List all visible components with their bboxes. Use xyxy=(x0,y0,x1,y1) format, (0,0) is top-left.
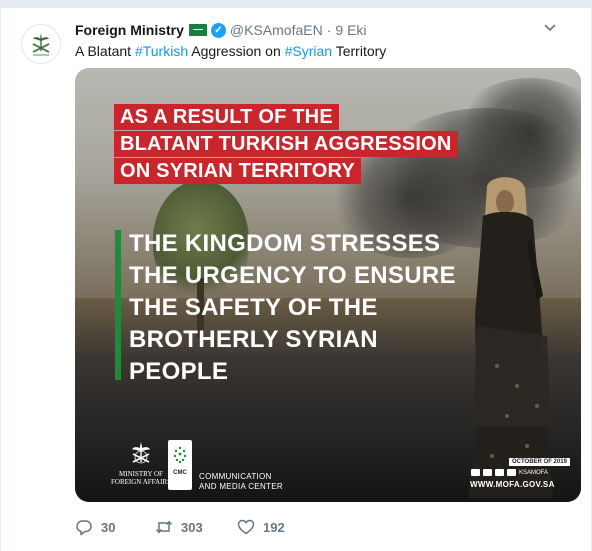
avatar[interactable] xyxy=(21,24,61,64)
cmc-name-line-1: COMMUNICATION xyxy=(199,472,272,481)
tweet-text-part: Aggression on xyxy=(188,43,285,59)
tweet-text-part: A Blatant xyxy=(75,43,135,59)
heart-icon xyxy=(237,519,255,535)
statement-line-4: BROTHERLY SYRIAN xyxy=(129,326,378,353)
verified-badge-icon: ✓ xyxy=(210,22,226,38)
separator: · xyxy=(326,22,332,38)
date-badge: OCTOBER OF 2019 xyxy=(509,458,570,466)
tweet-text: A Blatant #Turkish Aggression on #Syrian… xyxy=(75,42,575,60)
reply-icon xyxy=(76,520,92,536)
retweet-icon xyxy=(155,520,173,534)
facebook-icon xyxy=(483,469,492,476)
website-url: WWW.MOFA.GOV.SA xyxy=(470,480,555,489)
mofa-logo-text-2: FOREIGN AFFAIRS xyxy=(111,478,171,486)
timestamp[interactable]: 9 Eki xyxy=(335,22,366,38)
tweet-actions: 30 303 192 xyxy=(75,516,475,538)
headline-red-line-3: ON SYRIAN TERRITORY xyxy=(114,158,361,184)
headline-red-line-1: AS A RESULT OF THE xyxy=(114,104,339,130)
statement-line-5: PEOPLE xyxy=(129,358,229,385)
cmc-name-line-2: AND MEDIA CENTER xyxy=(199,482,283,491)
handle[interactable]: @KSAmofaEN xyxy=(230,22,323,38)
youtube-icon xyxy=(471,469,480,476)
photo-woman-figure xyxy=(469,177,553,498)
tweet-media-image[interactable]: AS A RESULT OF THE BLATANT TURKISH AGGRE… xyxy=(75,68,581,502)
green-accent-bar xyxy=(115,230,121,380)
mofa-logo: MINISTRY OF FOREIGN AFFAIRS xyxy=(109,440,173,490)
saudi-emblem-icon xyxy=(132,442,150,464)
twitter-icon xyxy=(507,469,516,476)
retweet-button[interactable]: 303 xyxy=(155,518,237,536)
cmc-logo: CMC xyxy=(168,440,192,490)
saudi-flag-icon xyxy=(188,24,207,36)
tweet-text-part: Territory xyxy=(332,43,387,59)
hashtag-syrian[interactable]: #Syrian xyxy=(285,43,332,59)
reply-button[interactable]: 30 xyxy=(75,518,155,536)
tweet[interactable]: Foreign Ministry ✓ @KSAmofaEN · 9 Eki A … xyxy=(0,0,592,551)
headline-red-line-2: BLATANT TURKISH AGGRESSION xyxy=(114,131,458,157)
like-count: 192 xyxy=(263,519,285,535)
social-handle: KSAMOFA xyxy=(519,469,549,476)
cmc-name: COMMUNICATION AND MEDIA CENTER xyxy=(199,472,283,492)
cmc-logo-icon xyxy=(173,446,187,464)
statement-line-3: THE SAFETY OF THE xyxy=(129,294,378,321)
mofa-logo-text-1: MINISTRY OF xyxy=(119,470,163,478)
reply-count: 30 xyxy=(101,519,116,535)
statement-line-1: THE KINGDOM STRESSES xyxy=(129,230,441,257)
display-name[interactable]: Foreign Ministry xyxy=(75,22,184,38)
like-button[interactable]: 192 xyxy=(237,518,317,536)
chevron-down-icon[interactable] xyxy=(543,20,557,37)
retweet-count: 303 xyxy=(181,519,203,535)
instagram-icon xyxy=(495,469,504,476)
cmc-abbreviation: CMC xyxy=(173,470,187,476)
hashtag-turkish[interactable]: #Turkish xyxy=(135,43,188,59)
tweet-header: Foreign Ministry ✓ @KSAmofaEN · 9 Eki xyxy=(75,20,575,40)
saudi-emblem-icon xyxy=(32,33,50,56)
social-icons-row: KSAMOFA xyxy=(471,469,571,476)
statement-line-2: THE URGENCY TO ENSURE xyxy=(129,262,456,289)
